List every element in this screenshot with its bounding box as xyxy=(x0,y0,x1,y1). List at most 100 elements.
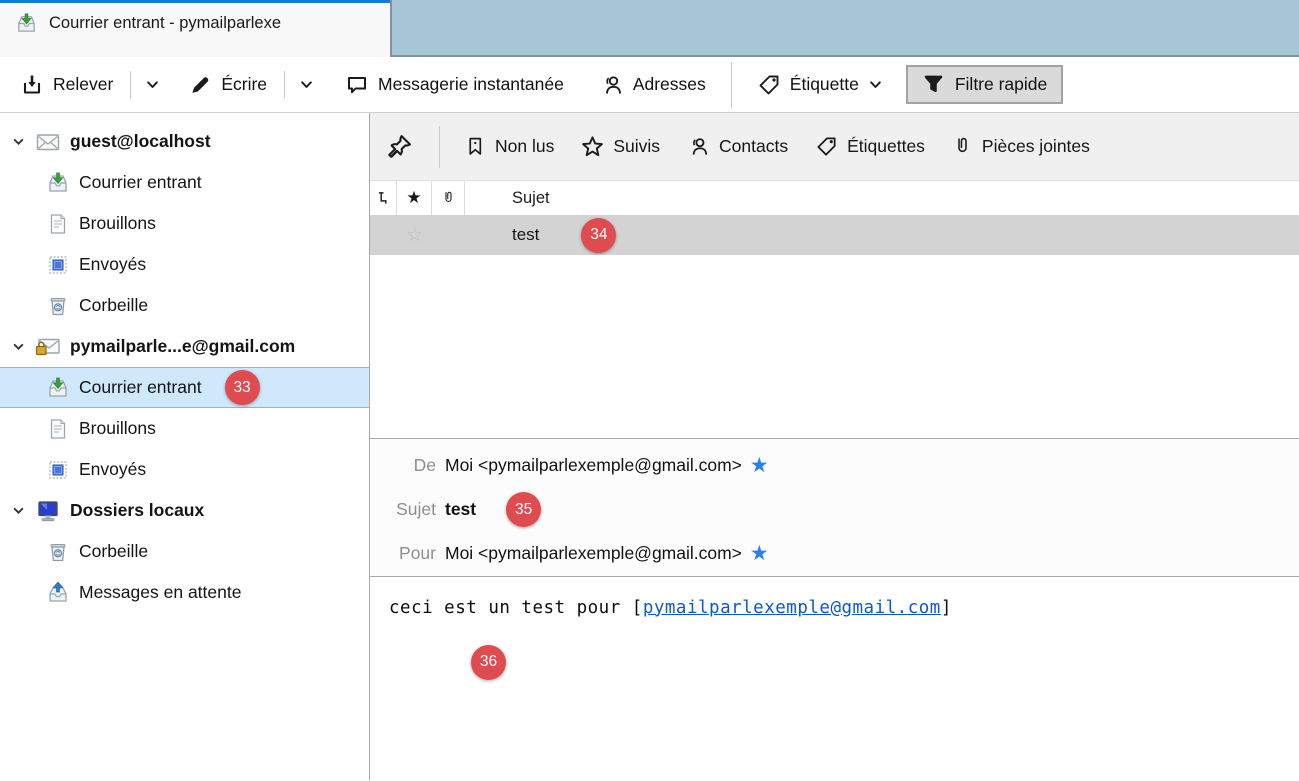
mail-account-icon xyxy=(35,131,61,153)
filter-unread-button[interactable]: Non lus xyxy=(465,136,554,157)
star-toggle-icon[interactable]: ☆ xyxy=(397,224,432,247)
quick-filter-toggle-button[interactable]: Filtre rapide xyxy=(906,65,1063,104)
folder-label: Envoyés xyxy=(79,459,146,480)
folder-pane: guest@localhost Courrier entrant Bro xyxy=(0,113,370,780)
filter-attachments-button[interactable]: Pièces jointes xyxy=(952,135,1090,158)
from-label: De xyxy=(370,455,436,476)
quick-filter-bar: Non lus Suivis Contacts xyxy=(370,113,1299,181)
write-button[interactable]: Écrire xyxy=(182,68,274,101)
outbox-icon xyxy=(46,581,70,605)
star-outline-icon xyxy=(581,135,604,158)
message-header-pane: De Moi <pymailparlexemple@gmail.com> ★ S… xyxy=(370,439,1299,577)
trash-icon xyxy=(46,294,70,318)
local-folders-icon xyxy=(35,499,61,523)
folder-sent-gmail[interactable]: Envoyés xyxy=(0,449,369,490)
contact-star-icon[interactable]: ★ xyxy=(750,543,769,564)
sent-icon xyxy=(46,458,70,482)
attachment-column-header[interactable] xyxy=(432,181,465,215)
folder-outbox-local[interactable]: Messages en attente xyxy=(0,572,369,613)
get-messages-dropdown[interactable] xyxy=(141,72,164,97)
write-label: Écrire xyxy=(221,74,267,95)
tag-button[interactable]: Étiquette xyxy=(750,68,890,102)
tag-label: Étiquette xyxy=(790,74,859,95)
account-local-folders[interactable]: Dossiers locaux xyxy=(0,490,369,531)
thread-list-header: ★ Sujet xyxy=(370,181,1299,215)
expander-chevron-icon[interactable] xyxy=(10,340,26,353)
write-dropdown[interactable] xyxy=(295,72,318,97)
from-value[interactable]: Moi <pymailparlexemple@gmail.com> xyxy=(445,455,742,476)
thread-icon xyxy=(377,191,390,206)
starred-column-header[interactable]: ★ xyxy=(397,181,432,215)
account-name: pymailparle...e@gmail.com xyxy=(70,336,295,357)
tab-strip-empty-area xyxy=(390,0,1299,57)
folder-trash-local[interactable]: Corbeille xyxy=(0,531,369,572)
filter-starred-label: Suivis xyxy=(613,136,660,157)
folder-label: Corbeille xyxy=(79,541,148,562)
body-text: ] xyxy=(941,598,952,618)
separator xyxy=(284,71,285,98)
folder-inbox-guest[interactable]: Courrier entrant xyxy=(0,162,369,203)
email-link[interactable]: pymailparlexemple@gmail.com xyxy=(643,598,941,618)
folder-label: Courrier entrant xyxy=(79,377,202,398)
chevron-down-icon xyxy=(299,77,314,92)
header-row-from: De Moi <pymailparlexemple@gmail.com> ★ xyxy=(370,444,1299,488)
filter-attachments-label: Pièces jointes xyxy=(982,136,1090,157)
filter-contacts-button[interactable]: Contacts xyxy=(687,135,788,158)
thread-list-empty-area xyxy=(370,255,1299,438)
chevron-down-icon xyxy=(145,77,160,92)
paperclip-icon xyxy=(441,189,456,207)
instant-messaging-button[interactable]: Messagerie instantanée xyxy=(338,68,571,102)
tab-strip: Courrier entrant - pymailparlexe xyxy=(0,0,1299,57)
filter-tags-button[interactable]: Étiquettes xyxy=(815,135,925,158)
filter-tags-label: Étiquettes xyxy=(847,136,925,157)
subject-column-header[interactable]: Sujet xyxy=(465,181,1299,215)
mail-toolbar: Relever Écrire Messagerie instantanée xyxy=(0,57,1299,113)
address-book-button[interactable]: Adresses xyxy=(593,68,713,102)
account-name: Dossiers locaux xyxy=(70,500,204,521)
get-messages-label: Relever xyxy=(53,74,113,95)
account-gmail[interactable]: pymailparle...e@gmail.com xyxy=(0,326,369,367)
account-guest-localhost[interactable]: guest@localhost xyxy=(0,121,369,162)
subject-label: Sujet xyxy=(370,499,436,520)
folder-label: Corbeille xyxy=(79,295,148,316)
quick-filter-label: Filtre rapide xyxy=(955,74,1047,95)
inbox-icon xyxy=(46,171,70,195)
som-marker-36: 36 xyxy=(471,645,506,680)
header-row-subject: Sujet test 35 xyxy=(370,488,1299,532)
folder-label: Messages en attente xyxy=(79,582,241,603)
message-row-selected[interactable]: ☆ test 34 xyxy=(370,215,1299,255)
folder-label: Brouillons xyxy=(79,213,156,234)
som-marker-34: 34 xyxy=(581,218,616,253)
header-row-to: Pour Moi <pymailparlexemple@gmail.com> ★ xyxy=(370,532,1299,576)
body-text: ceci est un test pour [ xyxy=(389,598,643,618)
subject-value: test xyxy=(445,499,476,520)
get-messages-icon xyxy=(20,73,44,97)
paperclip-icon xyxy=(952,135,973,158)
person-icon xyxy=(600,73,624,97)
contact-star-icon[interactable]: ★ xyxy=(750,455,769,476)
to-value[interactable]: Moi <pymailparlexemple@gmail.com> xyxy=(445,543,742,564)
account-name: guest@localhost xyxy=(70,131,211,152)
tag-icon xyxy=(757,73,781,97)
message-body-pane: ceci est un test pour [pymailparlexemple… xyxy=(370,577,1299,781)
to-label: Pour xyxy=(370,543,436,564)
folder-label: Courrier entrant xyxy=(79,172,202,193)
folder-inbox-gmail-selected[interactable]: Courrier entrant 33 xyxy=(0,367,369,408)
tab-title-fade xyxy=(330,3,390,57)
funnel-icon xyxy=(922,73,945,96)
inbox-icon xyxy=(46,376,70,400)
sticky-filters-pin-icon[interactable] xyxy=(387,134,412,159)
instant-messaging-label: Messagerie instantanée xyxy=(378,74,564,95)
filter-starred-button[interactable]: Suivis xyxy=(581,135,660,158)
folder-drafts-guest[interactable]: Brouillons xyxy=(0,203,369,244)
folder-trash-guest[interactable]: Corbeille xyxy=(0,285,369,326)
tab-inbox[interactable]: Courrier entrant - pymailparlexe xyxy=(0,0,390,57)
expander-chevron-icon[interactable] xyxy=(10,135,26,148)
get-messages-button[interactable]: Relever xyxy=(13,68,120,102)
thread-column-header[interactable] xyxy=(370,181,397,215)
drafts-icon xyxy=(46,212,70,236)
expander-chevron-icon[interactable] xyxy=(10,504,26,517)
folder-sent-guest[interactable]: Envoyés xyxy=(0,244,369,285)
folder-drafts-gmail[interactable]: Brouillons xyxy=(0,408,369,449)
address-book-label: Adresses xyxy=(633,74,706,95)
